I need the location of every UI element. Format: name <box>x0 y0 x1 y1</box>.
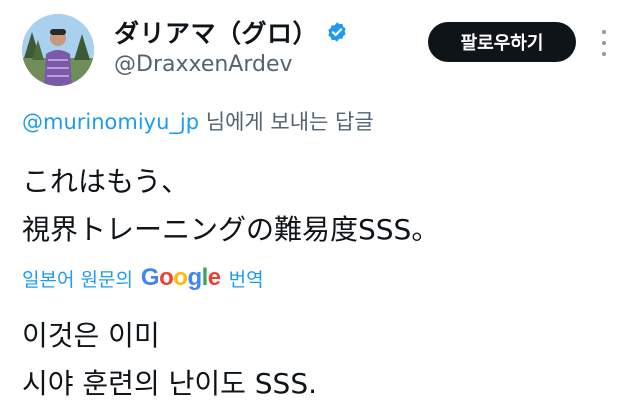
more-options-icon[interactable] <box>598 30 610 56</box>
reply-suffix: 님에게 보내는 답글 <box>199 110 374 134</box>
translation-suffix: 번역 <box>228 268 264 291</box>
translation-prefix: 일본어 원문의 <box>22 268 133 291</box>
author-name-text: ダリアマ（グロ） <box>114 19 319 48</box>
more-dot <box>602 30 606 34</box>
translation-attribution[interactable]: 일본어 원문의 Google 번역 <box>22 264 264 292</box>
tweet-line: 視界トレーニングの難易度SSS。 <box>22 213 440 246</box>
author-display-name[interactable]: ダリアマ（グロ） <box>114 14 348 50</box>
tweet-card: ダリアマ（グロ） @DraxxenArdev 팔로우하기 @murinomiyu… <box>0 0 640 407</box>
more-dot <box>602 52 606 56</box>
follow-button[interactable]: 팔로우하기 <box>428 22 576 62</box>
google-logo: Google <box>140 264 221 291</box>
verified-badge-icon <box>328 22 346 42</box>
more-dot <box>602 41 606 45</box>
avatar-photo <box>22 14 94 86</box>
translated-line: 이것은 이미 <box>22 319 160 352</box>
avatar[interactable] <box>22 14 94 86</box>
translated-line: 시야 훈련의 난이도 SSS. <box>22 367 318 400</box>
author-handle[interactable]: @DraxxenArdev <box>114 52 293 77</box>
tweet-line: これはもう、 <box>22 165 190 198</box>
reply-mention-link[interactable]: @murinomiyu_jp <box>22 110 199 134</box>
tweet-body: これはもう、 視界トレーニングの難易度SSS。 <box>22 158 439 254</box>
reply-context: @murinomiyu_jp 님에게 보내는 답글 <box>22 106 374 136</box>
translated-body: 이것은 이미 시야 훈련의 난이도 SSS. <box>22 312 317 407</box>
